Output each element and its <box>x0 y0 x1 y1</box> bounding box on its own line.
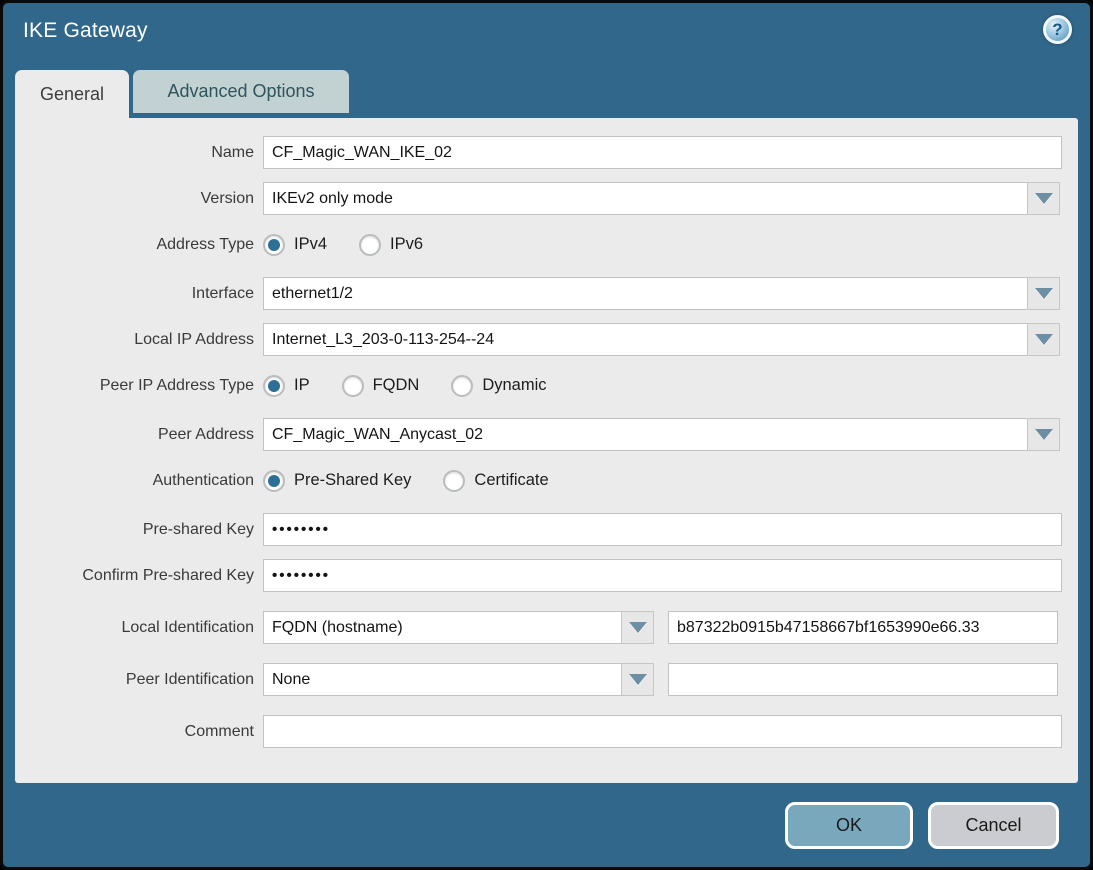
peer-ip-type-radio-group: IP FQDN Dynamic <box>263 375 579 397</box>
radio-certificate[interactable] <box>443 470 465 492</box>
peer-address-label: Peer Address <box>15 426 263 444</box>
peer-address-input[interactable] <box>263 418 1027 451</box>
local-identification-value-input[interactable] <box>668 611 1058 644</box>
radio-ipv4-label: IPv4 <box>294 235 327 254</box>
radio-ipv6[interactable] <box>359 234 381 256</box>
peer-address-dropdown-button[interactable] <box>1027 418 1060 451</box>
tab-advanced-options[interactable]: Advanced Options <box>133 70 349 113</box>
general-tab-panel: Name Version Address Type IPv4 <box>15 118 1078 783</box>
authentication-radio-group: Pre-Shared Key Certificate <box>263 470 581 492</box>
name-input[interactable] <box>263 136 1062 169</box>
row-name: Name <box>15 136 1078 169</box>
preshared-key-label: Pre-shared Key <box>15 521 263 539</box>
row-confirm-preshared-key: Confirm Pre-shared Key <box>15 559 1078 592</box>
radio-fqdn-label: FQDN <box>373 376 420 395</box>
radio-option-ipv4[interactable]: IPv4 <box>263 234 327 256</box>
local-ip-address-dropdown <box>263 323 1060 356</box>
cancel-button[interactable]: Cancel <box>928 802 1059 849</box>
row-comment: Comment <box>15 715 1078 748</box>
version-dropdown <box>263 182 1060 215</box>
radio-ipv4[interactable] <box>263 234 285 256</box>
radio-ip-label: IP <box>294 376 310 395</box>
radio-dynamic-label: Dynamic <box>482 376 546 395</box>
row-version: Version <box>15 182 1078 215</box>
local-identification-dropdown-button[interactable] <box>621 611 654 644</box>
row-interface: Interface <box>15 277 1078 310</box>
radio-ip[interactable] <box>263 375 285 397</box>
radio-option-ip[interactable]: IP <box>263 375 310 397</box>
comment-label: Comment <box>15 723 263 741</box>
address-type-label: Address Type <box>15 236 263 254</box>
radio-option-ipv6[interactable]: IPv6 <box>359 234 423 256</box>
radio-ipv6-label: IPv6 <box>390 235 423 254</box>
peer-identification-type-dropdown <box>263 663 654 696</box>
interface-dropdown <box>263 277 1060 310</box>
peer-address-dropdown <box>263 418 1060 451</box>
confirm-preshared-key-input[interactable] <box>263 559 1062 592</box>
row-address-type: Address Type IPv4 IPv6 <box>15 228 1078 261</box>
dialog-footer: OK Cancel <box>3 783 1090 867</box>
radio-pre-shared-key-label: Pre-Shared Key <box>294 471 411 490</box>
confirm-preshared-key-label: Confirm Pre-shared Key <box>15 567 263 585</box>
chevron-down-icon <box>629 622 647 633</box>
radio-pre-shared-key[interactable] <box>263 470 285 492</box>
row-peer-address: Peer Address <box>15 418 1078 451</box>
help-icon[interactable]: ? <box>1043 15 1072 44</box>
chevron-down-icon <box>1035 429 1053 440</box>
version-dropdown-button[interactable] <box>1027 182 1060 215</box>
local-identification-type-dropdown <box>263 611 654 644</box>
address-type-radio-group: IPv4 IPv6 <box>263 234 455 256</box>
radio-dynamic[interactable] <box>451 375 473 397</box>
comment-input[interactable] <box>263 715 1062 748</box>
dialog-title: IKE Gateway <box>23 19 148 43</box>
row-peer-ip-address-type: Peer IP Address Type IP FQDN Dynamic <box>15 369 1078 402</box>
local-identification-type-input[interactable] <box>263 611 621 644</box>
radio-certificate-label: Certificate <box>474 471 548 490</box>
row-local-ip-address: Local IP Address <box>15 323 1078 356</box>
peer-ip-address-type-label: Peer IP Address Type <box>15 377 263 395</box>
chevron-down-icon <box>1035 193 1053 204</box>
local-identification-label: Local Identification <box>15 619 263 637</box>
chevron-down-icon <box>1035 288 1053 299</box>
interface-dropdown-button[interactable] <box>1027 277 1060 310</box>
interface-input[interactable] <box>263 277 1027 310</box>
chevron-down-icon <box>629 674 647 685</box>
peer-identification-label: Peer Identification <box>15 671 263 689</box>
version-input[interactable] <box>263 182 1027 215</box>
interface-label: Interface <box>15 285 263 303</box>
radio-option-dynamic[interactable]: Dynamic <box>451 375 546 397</box>
radio-option-certificate[interactable]: Certificate <box>443 470 548 492</box>
chevron-down-icon <box>1035 334 1053 345</box>
titlebar: IKE Gateway ? <box>3 3 1090 65</box>
ok-button[interactable]: OK <box>785 802 913 849</box>
tab-general[interactable]: General <box>15 70 129 118</box>
radio-option-pre-shared-key[interactable]: Pre-Shared Key <box>263 470 411 492</box>
row-local-identification: Local Identification <box>15 611 1078 644</box>
name-label: Name <box>15 144 263 162</box>
peer-identification-type-input[interactable] <box>263 663 621 696</box>
preshared-key-input[interactable] <box>263 513 1062 546</box>
row-preshared-key: Pre-shared Key <box>15 513 1078 546</box>
radio-option-fqdn[interactable]: FQDN <box>342 375 420 397</box>
ike-gateway-dialog: IKE Gateway ? General Advanced Options N… <box>0 0 1093 870</box>
peer-identification-value-input[interactable] <box>668 663 1058 696</box>
local-ip-address-dropdown-button[interactable] <box>1027 323 1060 356</box>
version-label: Version <box>15 190 263 208</box>
local-ip-address-input[interactable] <box>263 323 1027 356</box>
authentication-label: Authentication <box>15 472 263 490</box>
row-authentication: Authentication Pre-Shared Key Certificat… <box>15 464 1078 497</box>
peer-identification-dropdown-button[interactable] <box>621 663 654 696</box>
radio-fqdn[interactable] <box>342 375 364 397</box>
local-ip-address-label: Local IP Address <box>15 331 263 349</box>
row-peer-identification: Peer Identification <box>15 663 1078 696</box>
